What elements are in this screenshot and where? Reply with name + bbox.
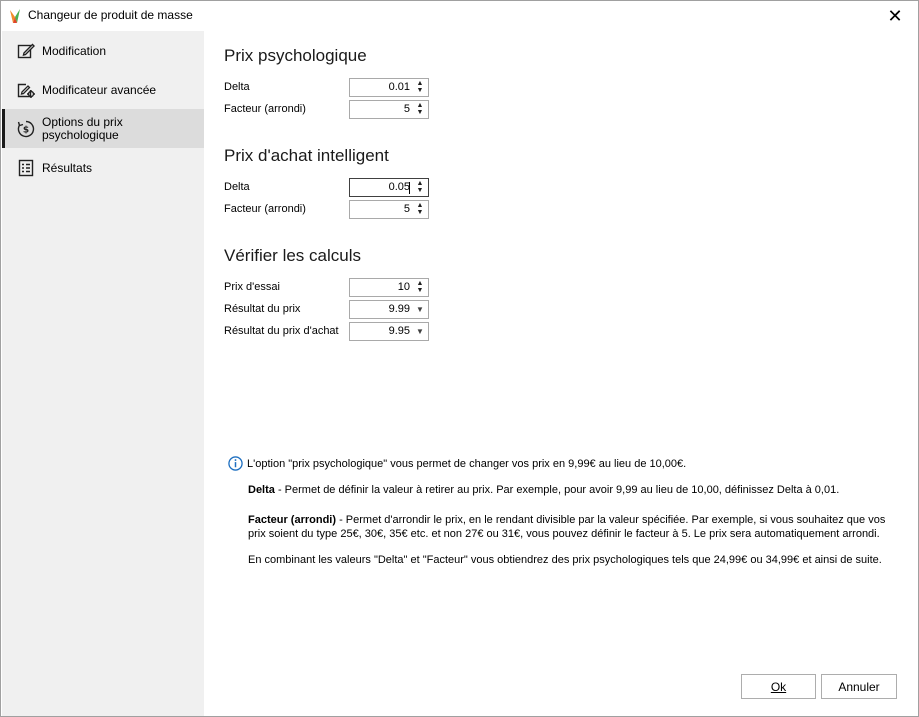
sidebar-item-label: Modificateur avancée [42, 83, 157, 97]
close-icon: ✕ [887, 5, 903, 26]
info-icon [228, 456, 243, 471]
section-title-psych: Prix psychologique [224, 46, 367, 65]
results-icon [18, 159, 34, 177]
spin-arrows[interactable]: ▲ ▼ [414, 102, 426, 117]
cancel-button[interactable]: Annuler [821, 674, 897, 699]
achat-label: Résultat du prix d'achat [224, 325, 339, 337]
main-panel: Prix psychologique Delta 0.01 ▲ ▼ Facteur… [204, 31, 918, 716]
spin-up-icon[interactable]: ▲ [414, 80, 426, 87]
smart-delta-value: 0.05 [388, 181, 410, 193]
svg-text:$: $ [23, 126, 29, 136]
psych-delta-value: 0.01 [388, 81, 410, 93]
psych-delta-label: Delta [224, 81, 250, 93]
smart-delta-label: Delta [224, 181, 250, 193]
sidebar-item-price-options[interactable]: $ Options du prix psychologique [2, 109, 204, 148]
close-button[interactable]: ✕ [878, 4, 912, 28]
edit-icon [17, 43, 35, 59]
section-title-smart: Prix d'achat intelligent [224, 146, 389, 165]
spin-down-icon[interactable]: ▼ [414, 209, 426, 216]
ok-button-label: Ok [770, 679, 787, 694]
smart-facteur-value: 5 [403, 203, 410, 215]
info-combine-para: En combinant les valeurs "Delta" et "Fac… [248, 554, 882, 566]
window-title: Changeur de produit de masse [28, 8, 193, 22]
spin-arrows[interactable]: ▲ ▼ [414, 280, 426, 295]
dialog-window: Changeur de produit de masse ✕ Modificat… [0, 0, 919, 717]
smart-facteur-label: Facteur (arrondi) [224, 203, 306, 215]
sidebar-item-label: Résultats [42, 161, 93, 175]
psych-facteur-value: 5 [403, 103, 410, 115]
info-facteur-para: Facteur (arrondi) - Permet d'arrondir le… [248, 513, 898, 541]
chevron-down-icon[interactable]: ▼ [415, 304, 425, 315]
info-facteur-term: Facteur (arrondi) [248, 514, 337, 526]
spin-down-icon[interactable]: ▼ [414, 109, 426, 116]
spin-arrows[interactable]: ▲ ▼ [414, 80, 426, 95]
app-logo-icon [10, 9, 20, 23]
sidebar-item-modification[interactable]: Modification [2, 35, 204, 67]
advanced-edit-icon [17, 83, 35, 98]
info-delta-term: Delta [248, 484, 275, 496]
spin-arrows[interactable]: ▲ ▼ [414, 202, 426, 217]
spin-down-icon[interactable]: ▼ [414, 287, 426, 294]
resultat-label: Résultat du prix [224, 303, 301, 315]
psych-delta-spinner[interactable]: 0.01 ▲ ▼ [349, 78, 429, 97]
info-delta-para: Delta - Permet de définir la valeur à re… [248, 483, 898, 497]
essai-spinner[interactable]: 10 ▲ ▼ [349, 278, 429, 297]
spin-arrows[interactable]: ▲ ▼ [414, 180, 426, 195]
essai-label: Prix d'essai [224, 281, 280, 293]
text-caret [409, 182, 410, 194]
info-facteur-text: - Permet d'arrondir le prix, en le renda… [248, 514, 886, 540]
cancel-button-label: Annuler [838, 679, 880, 694]
sidebar-item-label: Options du prix psychologique [42, 115, 123, 142]
psych-facteur-spinner[interactable]: 5 ▲ ▼ [349, 100, 429, 119]
spin-up-icon[interactable]: ▲ [414, 280, 426, 287]
essai-value: 10 [397, 281, 410, 293]
info-intro: L'option "prix psychologique" vous perme… [247, 458, 687, 470]
sidebar-item-results[interactable]: Résultats [2, 152, 204, 184]
spin-up-icon[interactable]: ▲ [414, 202, 426, 209]
info-delta-text: - Permet de définir la valeur à retirer … [274, 484, 840, 496]
ok-button[interactable]: Ok [741, 674, 816, 699]
title-bar: Changeur de produit de masse ✕ [1, 1, 918, 31]
sidebar-item-label: Modification [42, 44, 107, 58]
achat-value: 9.95 [388, 325, 410, 337]
spin-up-icon[interactable]: ▲ [414, 180, 426, 187]
smart-facteur-spinner[interactable]: 5 ▲ ▼ [349, 200, 429, 219]
sidebar: Modification Modificateur avancée $ Opti… [2, 31, 204, 716]
resultat-value: 9.99 [388, 303, 410, 315]
achat-combo[interactable]: 9.95 ▼ [349, 322, 429, 341]
smart-delta-spinner[interactable]: 0.05 ▲ ▼ [349, 178, 429, 197]
chevron-down-icon[interactable]: ▼ [415, 326, 425, 337]
spin-down-icon[interactable]: ▼ [414, 87, 426, 94]
resultat-combo[interactable]: 9.99 ▼ [349, 300, 429, 319]
sidebar-item-advanced[interactable]: Modificateur avancée [2, 74, 204, 106]
psych-facteur-label: Facteur (arrondi) [224, 103, 306, 115]
price-options-icon: $ [17, 120, 35, 138]
section-title-verify: Vérifier les calculs [224, 246, 361, 265]
spin-up-icon[interactable]: ▲ [414, 102, 426, 109]
spin-down-icon[interactable]: ▼ [414, 187, 426, 194]
